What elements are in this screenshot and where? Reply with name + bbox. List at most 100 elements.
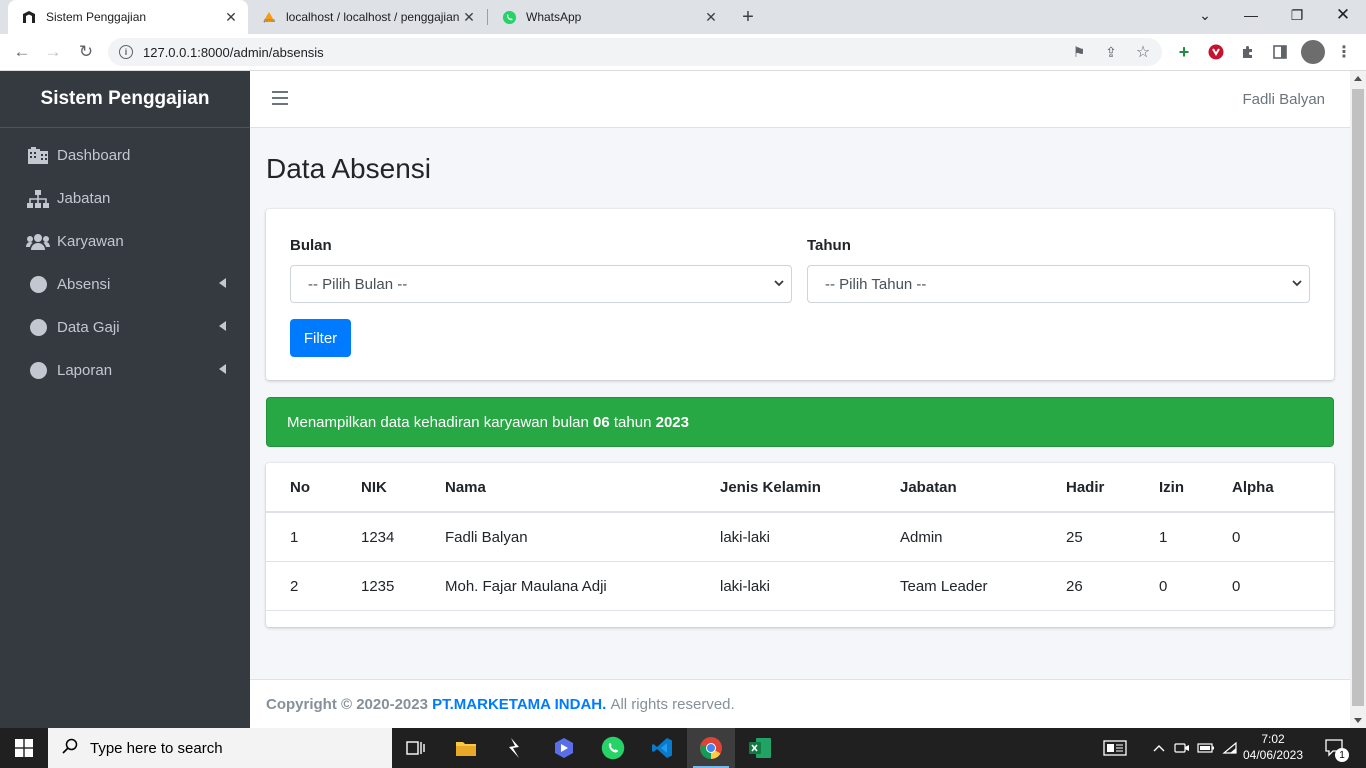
task-view-icon[interactable] [392, 728, 440, 768]
alert-month: 06 [593, 413, 610, 431]
tab-whatsapp[interactable]: WhatsApp ✕ [488, 0, 728, 34]
vscode-icon[interactable] [638, 728, 686, 768]
meet-camera-icon[interactable] [1172, 728, 1192, 768]
extensions-puzzle-icon[interactable] [1238, 42, 1258, 62]
page: Sistem Penggajian Dashboard Jabatan Kary… [0, 71, 1366, 728]
table-row: 2 1235 Moh. Fajar Maulana Adji laki-laki… [266, 562, 1334, 611]
footer-copyright: Copyright © 2020-2023 [266, 695, 428, 713]
top-navbar: Fadli Balyan [250, 71, 1350, 128]
whatsapp-taskbar-icon[interactable] [589, 728, 637, 768]
extension-plus-icon[interactable]: + [1174, 42, 1194, 62]
scroll-up-arrow-icon[interactable] [1354, 76, 1362, 81]
share-icon[interactable]: ⇪ [1102, 43, 1120, 61]
hamburger-menu-icon[interactable] [272, 91, 288, 109]
taskbar-search-box[interactable]: Type here to search [48, 728, 392, 768]
circle-icon [26, 276, 50, 293]
battery-icon[interactable] [1196, 728, 1216, 768]
tab-close-icon[interactable]: ✕ [222, 8, 240, 26]
notification-center-icon[interactable]: 1 [1318, 728, 1352, 768]
sidebar-item-absensi[interactable]: Absensi [0, 263, 250, 306]
search-placeholder: Type here to search [90, 739, 223, 757]
minimize-button[interactable]: — [1228, 0, 1274, 30]
wifi-icon[interactable] [1220, 728, 1240, 768]
scroll-down-arrow-icon[interactable] [1354, 718, 1362, 723]
sidebar-item-dashboard[interactable]: Dashboard [0, 134, 250, 177]
header-izin: Izin [1159, 479, 1184, 496]
sidebar-item-karyawan[interactable]: Karyawan [0, 220, 250, 263]
cell-jenis-kelamin: laki-laki [720, 529, 771, 546]
cell-izin: 1 [1159, 529, 1168, 546]
new-tab-button[interactable]: + [734, 4, 762, 30]
browser-tab-bar: Sistem Penggajian ✕ pma localhost / loca… [0, 0, 1366, 34]
reload-icon[interactable]: ↻ [73, 39, 99, 65]
chevron-down-icon [773, 277, 785, 292]
table-row: 1 1234 Fadli Balyan laki-laki Admin 25 1… [266, 513, 1334, 562]
cell-jenis-kelamin: laki-laki [720, 578, 771, 595]
attendance-table-card: No NIK Nama Jenis Kelamin Jabatan Hadir … [266, 463, 1334, 627]
tab-phpmyadmin[interactable]: pma localhost / localhost / penggajian ✕ [248, 0, 486, 34]
browser-menu-icon[interactable]: ⋮ [1334, 42, 1354, 62]
users-icon [26, 233, 50, 251]
header-alpha: Alpha [1232, 479, 1274, 496]
back-arrow-icon[interactable]: ← [9, 39, 35, 65]
restore-button[interactable]: ❐ [1274, 0, 1320, 30]
year-label: Tahun [807, 237, 851, 254]
cell-alpha: 0 [1232, 578, 1241, 595]
translate-icon[interactable]: ⚑ [1070, 43, 1088, 61]
year-select-value: -- Pilih Tahun -- [825, 275, 927, 293]
media-app-icon[interactable] [540, 728, 588, 768]
site-info-icon[interactable]: i [119, 45, 133, 59]
cell-jabatan: Team Leader [900, 578, 988, 595]
footer-company-link[interactable]: PT.MARKETAMA INDAH. [432, 696, 606, 713]
page-scrollbar[interactable] [1350, 71, 1366, 728]
windows-start-icon[interactable] [0, 728, 48, 768]
alert-middle: tahun [613, 413, 652, 431]
excel-icon[interactable] [736, 728, 784, 768]
notification-count-badge: 1 [1335, 748, 1349, 762]
side-panel-icon[interactable] [1270, 42, 1290, 62]
tab-close-icon[interactable]: ✕ [460, 8, 478, 26]
filter-button[interactable]: Filter [290, 319, 351, 357]
tab-close-icon[interactable]: ✕ [702, 8, 720, 26]
close-window-button[interactable]: ✕ [1320, 0, 1366, 30]
sidebar: Sistem Penggajian Dashboard Jabatan Kary… [0, 71, 250, 728]
user-name[interactable]: Fadli Balyan [1242, 91, 1325, 108]
year-select[interactable]: -- Pilih Tahun -- [807, 265, 1310, 303]
sidebar-item-data-gaji[interactable]: Data Gaji [0, 306, 250, 349]
sidebar-item-laporan[interactable]: Laporan [0, 349, 250, 392]
footer: Copyright © 2020-2023 PT.MARKETAMA INDAH… [250, 679, 1350, 728]
taskbar-clock[interactable]: 7:02 04/06/2023 [1240, 731, 1306, 763]
forward-arrow-icon[interactable]: → [40, 39, 66, 65]
bookmark-star-icon[interactable]: ☆ [1134, 43, 1152, 61]
chrome-icon[interactable] [687, 728, 735, 768]
month-label: Bulan [290, 237, 332, 254]
sidebar-item-label: Data Gaji [57, 319, 120, 336]
brand-title[interactable]: Sistem Penggajian [0, 71, 250, 128]
file-explorer-icon[interactable] [442, 728, 490, 768]
tab-search-chevron-icon[interactable]: ⌄ [1182, 0, 1228, 30]
footer-rights: All rights reserved. [610, 695, 735, 713]
alert-prefix: Menampilkan data kehadiran karyawan bula… [287, 413, 589, 431]
app-bolt-icon[interactable] [491, 728, 539, 768]
scrollbar-thumb[interactable] [1352, 89, 1364, 706]
address-bar[interactable]: i 127.0.0.1:8000/admin/absensis ⚑ ⇪ ☆ [108, 38, 1162, 66]
alert-year: 2023 [655, 413, 689, 431]
month-select-value: -- Pilih Bulan -- [308, 275, 408, 293]
tab-sistem-penggajian[interactable]: Sistem Penggajian ✕ [8, 0, 248, 34]
cell-alpha: 0 [1232, 529, 1241, 546]
table-header-row: No NIK Nama Jenis Kelamin Jabatan Hadir … [266, 463, 1334, 513]
tray-chevron-up-icon[interactable] [1150, 728, 1168, 768]
sidebar-item-jabatan[interactable]: Jabatan [0, 177, 250, 220]
app-favicon-icon [21, 9, 37, 25]
profile-avatar[interactable] [1301, 40, 1325, 64]
clock-time: 7:02 [1261, 732, 1285, 746]
caret-left-icon [219, 278, 226, 288]
tab-title: Sistem Penggajian [46, 10, 147, 24]
news-widget-icon[interactable] [1100, 728, 1130, 768]
adblock-shield-icon[interactable] [1206, 42, 1226, 62]
cell-nik: 1234 [361, 529, 395, 546]
header-nama: Nama [445, 479, 486, 496]
month-select[interactable]: -- Pilih Bulan -- [290, 265, 792, 303]
cell-jabatan: Admin [900, 529, 943, 546]
url-text: 127.0.0.1:8000/admin/absensis [143, 45, 324, 60]
